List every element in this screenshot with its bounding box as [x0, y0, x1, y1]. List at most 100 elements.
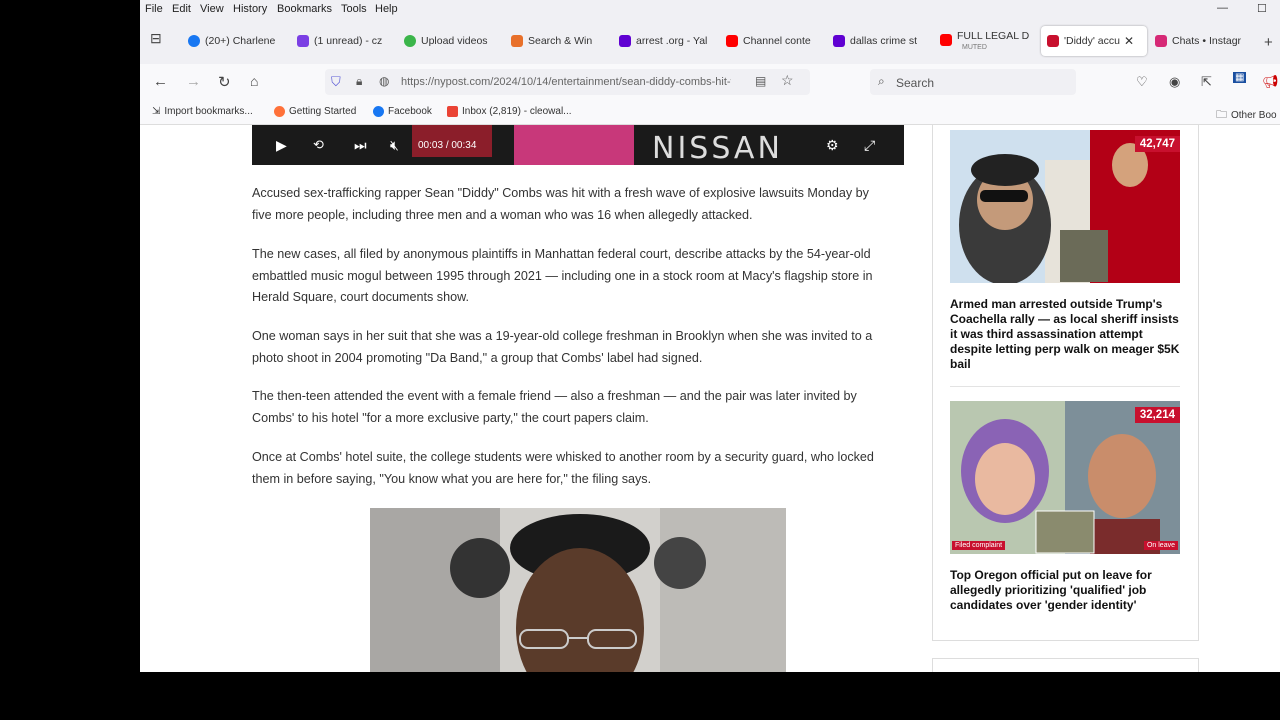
tab-label: arrest .org - Yal	[636, 35, 708, 47]
nypost-icon	[1047, 35, 1059, 47]
extension-app-icon[interactable]: ▦	[1233, 72, 1247, 83]
home-icon[interactable]: ⌂	[250, 73, 258, 89]
video-player[interactable]: NISSAN ▶ ⟲ ⏭ 🔇︎ 00:03 / 00:34 ⚙ ⤢	[252, 125, 904, 165]
close-icon[interactable]: ✕	[1124, 34, 1134, 48]
url-bar[interactable]: ⛉ 🔒︎ ◍ https://nypost.com/2024/10/14/ent…	[325, 69, 810, 95]
tab-full-legal[interactable]: FULL LEGAL D MUTED	[940, 26, 1032, 56]
time-total: 00:34	[451, 140, 477, 151]
tab-label: FULL LEGAL D	[957, 30, 1030, 42]
pocket-icon[interactable]: ♡	[1136, 74, 1148, 90]
back-icon[interactable]: ←	[153, 73, 168, 90]
trending-headline[interactable]: Top Oregon official put on leave for all…	[950, 568, 1182, 613]
tab-overview-icon[interactable]: ⊟	[150, 30, 162, 47]
tab-yahoo-arrest[interactable]: arrest .org - Yal	[619, 26, 711, 56]
folder-icon: 🗀	[1216, 109, 1227, 121]
tab-diddy-active[interactable]: 'Diddy' accu ✕	[1041, 26, 1147, 56]
tab-channel-content[interactable]: Channel conte	[726, 26, 818, 56]
youtube-icon	[726, 35, 738, 47]
bookmarks-bar: ⇲ Import bookmarks... Getting Started Fa…	[140, 100, 1280, 125]
menu-file[interactable]: File	[145, 3, 163, 15]
new-tab-icon[interactable]: +	[1264, 34, 1273, 51]
mail-icon	[297, 35, 309, 47]
next-icon[interactable]: ⏭	[354, 137, 367, 154]
yahoo-icon	[619, 35, 631, 47]
facebook-icon	[188, 35, 200, 47]
image-caption-left: Filed complaint	[952, 541, 1006, 550]
bookmark-label: Getting Started	[289, 106, 357, 117]
lock-icon[interactable]: 🔒︎	[356, 74, 362, 89]
article-paragraph: Once at Combs' hotel suite, the college …	[252, 450, 874, 486]
play-icon	[404, 35, 416, 47]
view-count-badge: 42,747	[1134, 136, 1180, 152]
bookmark-import[interactable]: ⇲ Import bookmarks...	[152, 106, 253, 117]
bookmark-gmail[interactable]: Inbox (2,819) - cleowal...	[447, 106, 572, 117]
fullscreen-icon[interactable]: ⤢	[864, 137, 875, 154]
trending-thumbnail[interactable]: 42,747	[950, 130, 1180, 283]
menu-edit[interactable]: Edit	[172, 3, 191, 15]
import-icon: ⇲	[152, 106, 161, 117]
thumbnail-image	[950, 130, 1180, 283]
menu-view[interactable]: View	[200, 3, 224, 15]
article-paragraph: The then-teen attended the event with a …	[252, 389, 857, 425]
bookmark-label: Facebook	[388, 106, 432, 117]
shield-icon[interactable]: ⛉	[331, 74, 341, 90]
firefox-icon	[274, 106, 285, 117]
bookmark-getting-started[interactable]: Getting Started	[274, 106, 356, 117]
settings-gear-icon[interactable]: ⚙	[826, 137, 839, 154]
image-caption-right: On leave	[1143, 541, 1178, 550]
tab-instagram[interactable]: Chats • Instagr	[1155, 26, 1247, 56]
bookmark-label: Import bookmarks...	[164, 106, 253, 117]
reader-view-icon[interactable]: ▤	[755, 74, 766, 88]
bookmark-label: Other Boo	[1231, 110, 1277, 121]
bookmark-star-icon[interactable]: ☆	[781, 72, 794, 89]
maximize-icon[interactable]: ☐	[1257, 2, 1267, 15]
divider	[950, 386, 1180, 387]
tab-mail[interactable]: (1 unread) - cz	[297, 26, 389, 56]
menu-bookmarks[interactable]: Bookmarks	[277, 3, 332, 15]
tab-strip: ⊟ (20+) Charlene (1 unread) - cz Upload …	[140, 18, 1280, 64]
article-photo	[370, 508, 786, 672]
article-paragraph: One woman says in her suit that she was …	[252, 329, 873, 365]
article-paragraph: Accused sex-trafficking rapper Sean "Did…	[252, 186, 869, 222]
menu-history[interactable]: History	[233, 3, 267, 15]
mute-icon[interactable]: 🔇︎	[390, 137, 399, 154]
bookmark-facebook[interactable]: Facebook	[373, 106, 432, 117]
thumbnail-image	[950, 401, 1180, 554]
tab-dallas-crime[interactable]: dallas crime st	[833, 26, 925, 56]
tab-search-win[interactable]: Search & Win	[511, 26, 603, 56]
menu-tools[interactable]: Tools	[341, 3, 367, 15]
play-icon[interactable]: ▶	[276, 137, 287, 154]
url-text[interactable]: https://nypost.com/2024/10/14/entertainm…	[401, 76, 731, 88]
search-icon: ⌕	[878, 74, 885, 88]
permissions-icon[interactable]: ◍	[379, 74, 389, 88]
menu-help[interactable]: Help	[375, 3, 398, 15]
minimize-icon[interactable]: —	[1217, 2, 1228, 14]
tab-label: 'Diddy' accu	[1064, 35, 1120, 47]
trending-thumbnail[interactable]: 32,214 Filed complaint On leave	[950, 401, 1180, 554]
facebook-icon	[373, 106, 384, 117]
megaphone-icon[interactable]: 📢︎	[1262, 74, 1279, 90]
forward-icon[interactable]: →	[186, 73, 201, 90]
tab-label: Chats • Instagr	[1172, 35, 1242, 47]
tab-facebook[interactable]: (20+) Charlene	[188, 26, 298, 56]
bookmark-other[interactable]: 🗀 Other Boo	[1216, 106, 1277, 125]
video-time: 00:03 / 00:34	[418, 140, 476, 151]
tab-upload-videos[interactable]: Upload videos	[404, 26, 498, 56]
extensions-icon[interactable]: ⇱	[1201, 74, 1212, 90]
tab-label: dallas crime st	[850, 35, 918, 47]
tab-label: (20+) Charlene	[205, 35, 276, 47]
replay-10-icon[interactable]: ⟲	[313, 137, 324, 153]
search-bar[interactable]: ⌕ Search	[870, 69, 1076, 95]
basket-icon	[511, 35, 523, 47]
search-placeholder: Search	[896, 76, 935, 90]
tab-label: Upload videos	[421, 35, 488, 47]
gmail-icon	[447, 106, 458, 117]
account-icon[interactable]: ◉	[1169, 74, 1180, 90]
trending-headline[interactable]: Armed man arrested outside Trump's Coach…	[950, 297, 1182, 372]
trending-sidebar: 42,747 Armed man arrested outside Trump'…	[932, 125, 1199, 641]
reload-icon[interactable]: ↻	[218, 73, 231, 91]
tab-label: (1 unread) - cz	[314, 35, 383, 47]
video-brand-text: NISSAN	[652, 131, 783, 165]
article-paragraph: The new cases, all filed by anonymous pl…	[252, 247, 873, 304]
browser-window: File Edit View History Bookmarks Tools H…	[140, 0, 1280, 672]
